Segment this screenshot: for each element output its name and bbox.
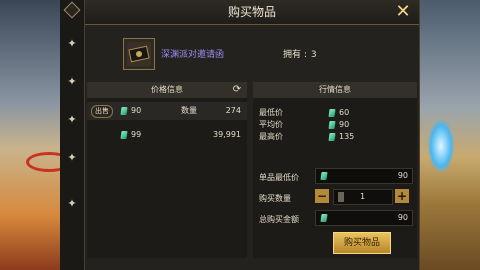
market-label: 最高价 xyxy=(259,132,283,141)
market-value: 135 xyxy=(339,132,355,141)
qty-label: 购买数量 xyxy=(259,194,291,203)
owned-value: 3 xyxy=(310,50,317,60)
background-scene-left xyxy=(0,0,66,270)
rail-star-icon[interactable]: ✦ xyxy=(66,198,78,210)
refresh-icon[interactable]: ⟳ xyxy=(231,84,243,96)
owned-label: 拥有 : xyxy=(283,50,307,60)
minus-button[interactable]: − xyxy=(315,189,329,203)
total-field: 90 xyxy=(315,210,413,226)
total-label: 总购买金额 xyxy=(259,215,299,224)
quantity-value: 274 xyxy=(225,106,241,115)
qty-value: 1 xyxy=(360,192,366,201)
side-rail: ✦ ✦ ✦ ✦ ✦ xyxy=(60,0,85,270)
total-value: 90 xyxy=(397,213,408,222)
market-info-header: 行情信息 xyxy=(253,82,417,98)
item-icon xyxy=(123,38,155,70)
buy-button[interactable]: 购买物品 xyxy=(333,232,391,254)
background-portal-glow xyxy=(428,120,454,172)
rail-star-icon[interactable]: ✦ xyxy=(66,114,78,126)
price-info-header: 价格信息 ⟳ xyxy=(87,82,247,98)
purchase-dialog: 购买物品 ✕ 深渊派对邀请函 拥有 :3 价格信息 ⟳ 出售 90 数量 274… xyxy=(84,0,420,270)
qty-input[interactable]: 1 xyxy=(333,189,393,205)
gem-icon xyxy=(120,131,128,139)
market-row: 最高价 135 xyxy=(253,128,417,146)
price-row[interactable]: 99 39,991 xyxy=(87,126,247,144)
market-info-title: 行情信息 xyxy=(319,85,351,94)
rail-star-icon[interactable]: ✦ xyxy=(66,38,78,50)
price-value: 90 xyxy=(131,106,142,115)
close-icon[interactable]: ✕ xyxy=(393,2,413,22)
unit-min-value: 90 xyxy=(397,171,408,180)
price-info-box: 价格信息 ⟳ 出售 90 数量 274 99 39,991 xyxy=(87,82,247,258)
rail-star-icon[interactable]: ✦ xyxy=(66,76,78,88)
gem-icon xyxy=(120,107,128,115)
quantity-label: 数量 xyxy=(181,106,197,115)
quantity-value: 39,991 xyxy=(213,130,241,139)
dialog-title: 购买物品 xyxy=(227,5,276,19)
price-row[interactable]: 出售 90 数量 274 xyxy=(87,102,247,120)
dialog-title-bar: 购买物品 ✕ xyxy=(85,0,419,25)
gem-icon xyxy=(320,172,328,180)
plus-button[interactable]: + xyxy=(395,189,409,203)
rail-star-icon[interactable]: ✦ xyxy=(66,152,78,164)
price-info-title: 价格信息 xyxy=(151,85,183,94)
sell-tag: 出售 xyxy=(91,105,113,118)
unit-min-label: 单品最低价 xyxy=(259,173,299,182)
unit-min-field: 90 xyxy=(315,168,413,184)
price-value: 99 xyxy=(131,130,142,139)
item-name: 深渊派对邀请函 xyxy=(161,50,225,60)
qty-handle-icon xyxy=(338,192,344,202)
owned-count: 拥有 :3 xyxy=(283,47,317,60)
gem-icon xyxy=(328,133,336,141)
gem-icon xyxy=(320,214,328,222)
